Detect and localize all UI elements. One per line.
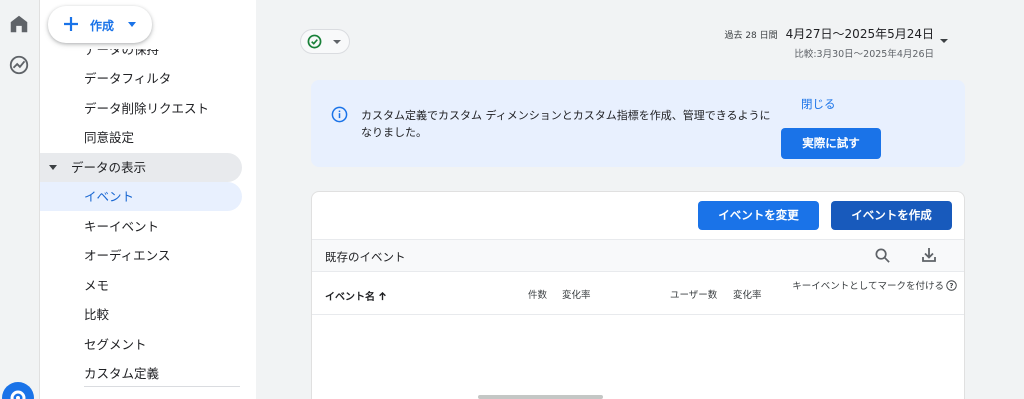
sidebar-item-comparisons[interactable]: 比較 [40,300,242,329]
horizontal-scrollbar[interactable] [478,395,603,399]
help-icon[interactable]: ? [946,280,957,291]
sidebar-item-events[interactable]: イベント [40,182,242,211]
column-header-label: キーイベントとしてマークを付ける [792,281,944,292]
table-title: 既存のイベント [325,250,406,264]
caret-down-icon [333,40,341,44]
status-dropdown[interactable] [300,29,350,54]
sidebar-item-custom-definitions[interactable]: カスタム定義 [40,359,242,388]
sidebar-item-data-deletion[interactable]: データ削除リクエスト [40,94,242,123]
column-header-change[interactable]: 変化率 [562,287,591,301]
check-circle-icon [307,34,322,49]
column-header-label: イベント名 [325,292,375,303]
create-event-button[interactable]: イベントを作成 [831,201,952,230]
arrow-up-icon [379,292,386,301]
column-header-users[interactable]: ユーザー数 [670,287,717,301]
settings-icon[interactable] [2,382,34,399]
sidebar-item-label: セグメント [84,337,147,352]
caret-down-icon [128,22,136,27]
sidebar-item-label: データフィルタ [84,71,172,86]
sidebar-section-data-display[interactable]: データの表示 [40,153,242,182]
sidebar-item-label: カスタム定義 [84,366,160,381]
date-compare-range: 比較:3月30日～2025年4月26日 [794,49,934,60]
sidebar-item-key-events[interactable]: キーイベント [40,212,242,241]
download-icon[interactable] [920,246,938,264]
table-toolbar: 既存のイベント [312,239,964,272]
date-range-caret-icon[interactable] [940,39,948,43]
sidebar-item-label: 比較 [84,307,110,322]
plus-icon [64,17,78,31]
sidebar-item-label: オーディエンス [84,248,171,263]
table-header-row: イベント名 件数 変化率 ユーザー数 変化率 キーイベントとしてマークを付ける? [312,272,964,315]
sidebar-divider [84,386,240,387]
left-rail [0,0,40,399]
sidebar-item-notes[interactable]: メモ [40,271,242,300]
try-it-button[interactable]: 実際に試す [781,128,881,159]
sidebar-section-label: データの表示 [71,160,147,175]
sidebar-item-label: データ削除リクエスト [84,101,210,116]
sidebar-item-label: キーイベント [84,219,160,234]
reports-icon[interactable] [8,54,30,76]
date-range-prefix: 過去 28 日間 [724,31,778,41]
column-header-users-change[interactable]: 変化率 [733,287,762,301]
events-card: イベントを変更 イベントを作成 既存のイベント イベント名 件数 変化率 ユーザ… [311,191,965,399]
sidebar-item-segments[interactable]: セグメント [40,330,242,359]
sidebar-item-label: 同意設定 [84,130,135,145]
modify-event-button[interactable]: イベントを変更 [698,201,819,230]
info-banner: カスタム定義でカスタム ディメンションとカスタム指標を作成、管理できるようになり… [311,80,965,167]
home-icon[interactable] [8,13,30,35]
admin-sidebar: データの保持 データフィルタ データ削除リクエスト 同意設定 データの表示 イベ… [40,0,256,399]
info-icon [331,106,348,123]
column-header-mark-key-event[interactable]: キーイベントとしてマークを付ける? [792,279,957,294]
sidebar-item-label: メモ [84,278,110,293]
sidebar-item-label: イベント [84,189,135,204]
create-label: 作成 [90,19,115,33]
column-header-event-name[interactable]: イベント名 [325,288,387,303]
date-range-picker[interactable]: 過去 28 日間 4月27日～2025年5月24日 比較:3月30日～2025年4… [724,25,934,60]
create-button[interactable]: 作成 [48,6,152,43]
banner-close-link[interactable]: 閉じる [801,96,836,112]
column-header-count[interactable]: 件数 [528,287,547,301]
sidebar-item-audiences[interactable]: オーディエンス [40,241,242,270]
caret-down-icon [49,165,57,170]
sidebar-item-data-filters[interactable]: データフィルタ [40,64,242,93]
search-icon[interactable] [874,247,891,264]
svg-text:?: ? [950,282,954,290]
banner-message: カスタム定義でカスタム ディメンションとカスタム指標を作成、管理できるようになり… [361,109,771,139]
date-range-value: 4月27日～2025年5月24日 [785,27,934,41]
sidebar-item-consent[interactable]: 同意設定 [40,123,242,152]
